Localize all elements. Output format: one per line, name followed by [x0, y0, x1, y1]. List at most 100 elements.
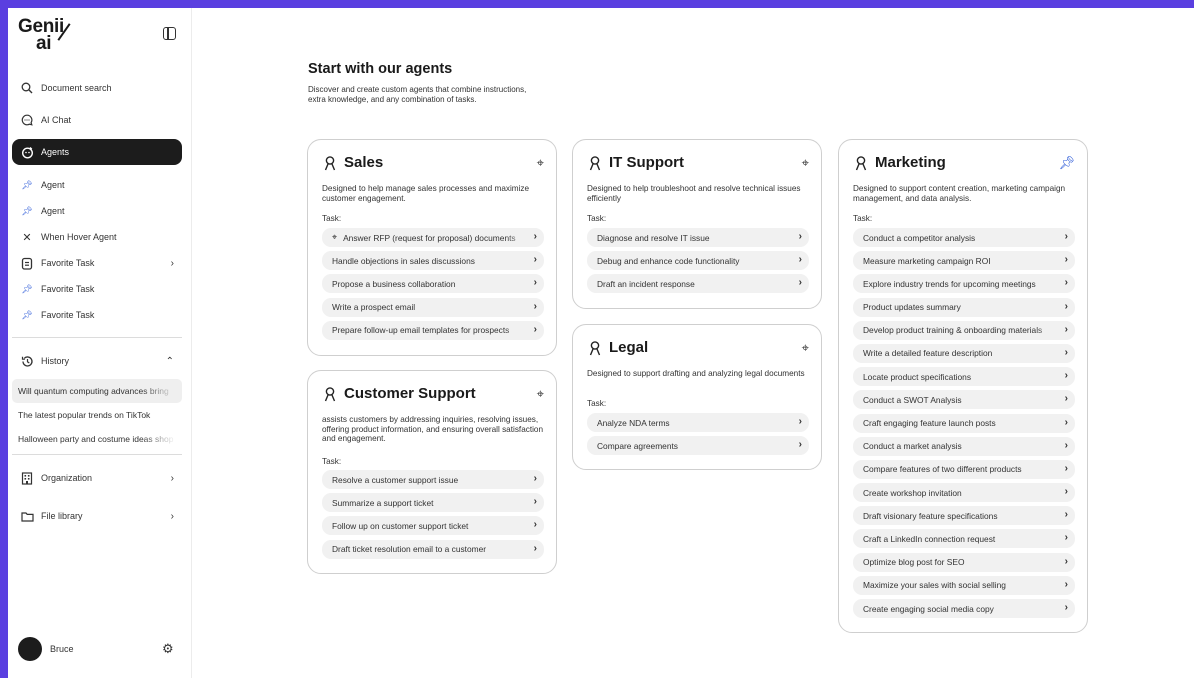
task-item[interactable]: Write a prospect email ›	[322, 297, 544, 317]
task-item[interactable]: Optimize blog post for SEO ›	[853, 552, 1075, 572]
pinned-agent-item[interactable]: 📌︎ Agent	[12, 198, 182, 224]
task-item[interactable]: Handle objections in sales discussions ›	[322, 251, 544, 271]
primary-nav: Document search AI Chat Agents	[12, 75, 182, 165]
chevron-right-icon: ›	[1064, 439, 1068, 451]
agent-icon	[587, 340, 603, 356]
chevron-right-icon: ›	[1064, 277, 1068, 289]
nav-label: AI Chat	[41, 115, 72, 125]
chevron-right-icon: ›	[1064, 393, 1068, 405]
task-item[interactable]: Compare agreements ›	[587, 436, 809, 456]
task-label-text: Debug and enhance code functionality	[597, 255, 740, 266]
task-label-text: Craft a LinkedIn connection request	[863, 533, 996, 544]
pin-icon: 📌︎	[21, 205, 33, 216]
task-item[interactable]: Summarize a support ticket ›	[322, 493, 544, 513]
task-item[interactable]: Maximize your sales with social selling ›	[853, 575, 1075, 595]
history-header[interactable]: History ⌃	[12, 348, 182, 374]
card-description: Designed to support content creation, ma…	[853, 184, 1066, 203]
task-item[interactable]: Explore industry trends for upcoming mee…	[853, 274, 1075, 294]
history-item[interactable]: The latest popular trends on TikTok	[12, 403, 182, 427]
chevron-right-icon: ›	[170, 510, 174, 522]
agent-card-legal[interactable]: Legal ⌖ Designed to support drafting and…	[572, 324, 822, 470]
history-item[interactable]: Halloween party and costume ideas shop	[12, 427, 182, 451]
card-title: IT Support	[609, 154, 684, 171]
close-icon[interactable]: ✕	[18, 231, 36, 244]
card-header: Marketing	[853, 154, 946, 171]
agent-card-marketing[interactable]: Marketing 📌︎ Designed to support content…	[838, 139, 1088, 633]
hover-agent-item[interactable]: ✕ When Hover Agent	[12, 224, 182, 250]
task-list: ⌖ Answer RFP (request for proposal) docum…	[322, 228, 544, 344]
task-item[interactable]: Locate product specifications ›	[853, 367, 1075, 387]
history-item-label: Will quantum computing advances bring	[18, 386, 169, 396]
page-description: Discover and create custom agents that c…	[308, 85, 527, 104]
task-item[interactable]: Compare features of two different produc…	[853, 459, 1075, 479]
task-item[interactable]: Product updates summary ›	[853, 297, 1075, 317]
task-item[interactable]: Draft ticket resolution email to a custo…	[322, 539, 544, 559]
pinned-agent-label: Agent	[41, 180, 65, 190]
task-item[interactable]: Draft an incident response ›	[587, 274, 809, 294]
favorite-task-item[interactable]: 📌︎ Favorite Task	[12, 276, 182, 302]
task-label-text: Handle objections in sales discussions	[332, 255, 475, 266]
agent-card-it-support[interactable]: IT Support ⌖ Designed to help troublesho…	[572, 139, 822, 309]
task-item[interactable]: Follow up on customer support ticket ›	[322, 516, 544, 536]
chevron-right-icon: ›	[533, 300, 537, 312]
task-label-text: Follow up on customer support ticket	[332, 520, 469, 531]
app-logo[interactable]: Genii ai	[18, 17, 64, 53]
task-item[interactable]: Create workshop invitation ›	[853, 483, 1075, 503]
gear-icon[interactable]: ⚙︎	[162, 641, 174, 657]
pin-icon[interactable]: ⌖	[537, 386, 544, 402]
agent-card-customer-support[interactable]: Customer Support ⌖ assists customers by …	[307, 370, 557, 574]
chevron-right-icon: ›	[170, 257, 174, 269]
nav-agents[interactable]: Agents	[12, 139, 182, 165]
history-item[interactable]: Will quantum computing advances bring	[12, 379, 182, 403]
task-label-text: Optimize blog post for SEO	[863, 557, 965, 568]
task-label-text: Create workshop invitation	[863, 487, 962, 498]
nav-document-search[interactable]: Document search	[12, 75, 182, 101]
pinned-agent-item[interactable]: 📌︎ Agent	[12, 172, 182, 198]
task-label-text: Locate product specifications	[863, 371, 972, 382]
pin-icon: 📌︎	[21, 309, 33, 320]
task-label-text: Resolve a customer support issue	[332, 474, 459, 485]
nav-file-library[interactable]: File library ›	[12, 503, 182, 529]
task-item[interactable]: Write a detailed feature description ›	[853, 343, 1075, 363]
task-label: Task:	[587, 399, 607, 408]
task-item[interactable]: Diagnose and resolve IT issue ›	[587, 228, 809, 247]
avatar[interactable]	[18, 637, 42, 661]
task-item[interactable]: Conduct a competitor analysis ›	[853, 228, 1075, 247]
task-item[interactable]: Debug and enhance code functionality ›	[587, 251, 809, 271]
task-item[interactable]: Measure marketing campaign ROI ›	[853, 251, 1075, 271]
favorite-task-group[interactable]: Favorite Task ›	[12, 250, 182, 276]
task-item[interactable]: Conduct a market analysis ›	[853, 436, 1075, 456]
chevron-right-icon: ›	[533, 542, 537, 554]
agent-icon	[322, 386, 338, 402]
agent-card-sales[interactable]: Sales ⌖ Designed to help manage sales pr…	[307, 139, 557, 356]
task-item[interactable]: Prepare follow-up email templates for pr…	[322, 320, 544, 340]
task-item[interactable]: Craft engaging feature launch posts ›	[853, 413, 1075, 433]
pin-icon[interactable]: ⌖	[332, 232, 337, 243]
favorite-task-item[interactable]: 📌︎ Favorite Task	[12, 302, 182, 328]
task-item[interactable]: Resolve a customer support issue ›	[322, 470, 544, 489]
task-label-text: Conduct a SWOT Analysis	[863, 394, 962, 405]
chevron-right-icon: ›	[1064, 602, 1068, 613]
chevron-right-icon: ›	[798, 416, 802, 427]
pin-icon: 📌︎	[21, 283, 33, 294]
task-label-text: Create engaging social media copy	[863, 603, 994, 614]
task-item[interactable]: Draft visionary feature specifications ›	[853, 506, 1075, 526]
task-item[interactable]: Craft a LinkedIn connection request ›	[853, 529, 1075, 549]
nav-organization[interactable]: Organization ›	[12, 465, 182, 491]
task-item[interactable]: Conduct a SWOT Analysis ›	[853, 390, 1075, 410]
pin-icon[interactable]: ⌖	[537, 155, 544, 171]
user-profile[interactable]: Bruce	[18, 637, 74, 661]
task-label-text: Answer RFP (request for proposal) docume…	[343, 232, 516, 243]
task-label-text: Develop product training & onboarding ma…	[863, 325, 1043, 336]
task-item[interactable]: Develop product training & onboarding ma…	[853, 320, 1075, 340]
task-list: Analyze NDA terms › Compare agreements ›	[587, 413, 809, 459]
nav-ai-chat[interactable]: AI Chat	[12, 107, 182, 133]
task-item[interactable]: Propose a business collaboration ›	[322, 274, 544, 294]
task-item[interactable]: Create engaging social media copy ›	[853, 599, 1075, 618]
pin-icon[interactable]: ⌖	[802, 155, 809, 171]
collapse-sidebar-button[interactable]	[163, 27, 176, 40]
task-item[interactable]: ⌖ Answer RFP (request for proposal) docum…	[322, 228, 544, 247]
task-item[interactable]: Analyze NDA terms ›	[587, 413, 809, 432]
pin-icon[interactable]: ⌖	[802, 340, 809, 356]
pin-icon[interactable]: 📌︎	[1058, 155, 1075, 171]
